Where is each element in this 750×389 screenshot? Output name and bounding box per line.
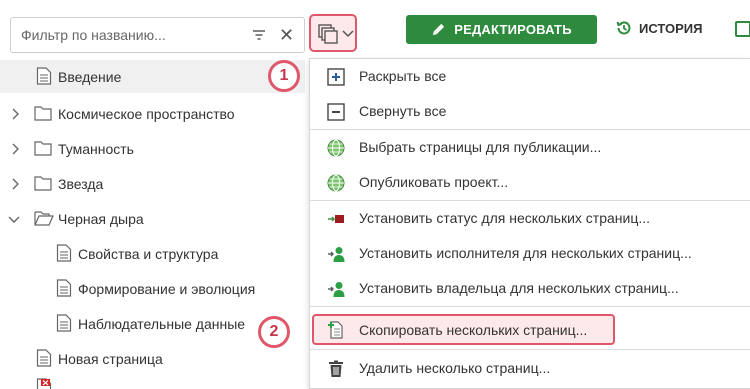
assignee-icon [328, 247, 345, 262]
tree-item-label: Формирование и эволюция [78, 280, 256, 297]
chevron-right-icon[interactable] [9, 108, 21, 120]
filter-icon[interactable] [251, 27, 267, 43]
menu-item-label: Удалить несколько страниц... [359, 360, 551, 376]
page-icon [56, 279, 72, 297]
folder-icon [34, 106, 52, 121]
globe-icon [327, 174, 345, 192]
tree-item-intro[interactable]: Введение [0, 60, 305, 93]
menu-item-label: Установить владельца для нескольких стра… [359, 280, 679, 296]
chevron-down-icon[interactable] [8, 213, 20, 225]
chevron-right-icon[interactable] [9, 143, 21, 155]
chevron-down-icon [342, 30, 354, 38]
filter-box: ✕ [10, 17, 305, 53]
collapse-all-icon [327, 103, 345, 121]
menu-item-label: Установить статус для нескольких страниц… [359, 210, 651, 226]
expand-all-icon [327, 68, 345, 86]
page-icon [36, 349, 52, 367]
page-icon [36, 67, 52, 85]
bulk-actions-button[interactable] [309, 14, 357, 52]
menu-item-label: Выбрать страницы для публикации... [359, 139, 602, 155]
menu-divider [310, 306, 750, 307]
history-link[interactable]: ИСТОРИЯ [615, 19, 703, 37]
menu-item-delete-pages[interactable]: Удалить несколько страниц... [310, 351, 750, 386]
menu-item-set-owner[interactable]: Установить владельца для нескольких стра… [310, 271, 750, 306]
menu-item-collapse-all[interactable]: Свернуть все [310, 94, 750, 129]
history-icon [616, 21, 631, 35]
menu-item-set-status[interactable]: Установить статус для нескольких страниц… [310, 201, 750, 236]
status-flag-icon [328, 215, 344, 223]
tree-item-star[interactable]: Звезда [0, 167, 305, 200]
trash-icon [329, 360, 343, 377]
menu-item-label: Свернуть все [359, 103, 447, 119]
menu-item-set-assignee[interactable]: Установить исполнителя для нескольких ст… [310, 236, 750, 271]
step-badge-2: 2 [258, 316, 290, 348]
tree-item-label: Новая страница [58, 350, 163, 367]
step-badge-1: 1 [268, 60, 300, 92]
filter-input[interactable] [21, 27, 231, 43]
folder-open-icon [34, 211, 54, 226]
menu-item-select-publish[interactable]: Выбрать страницы для публикации... [310, 130, 750, 165]
globe-icon [327, 139, 345, 157]
menu-divider [310, 349, 750, 350]
tree-item-space[interactable]: Космическое пространство [0, 97, 305, 130]
tree-item-properties[interactable]: Свойства и структура [0, 237, 305, 270]
owner-icon [328, 282, 345, 297]
tree-item-formation[interactable]: Формирование и эволюция [0, 272, 305, 305]
tree-item-label: Космическое пространство [58, 105, 235, 122]
tree-item-label: Введение [58, 68, 122, 85]
chevron-right-icon[interactable] [9, 178, 21, 190]
menu-item-label: Скопировать нескольких страниц... [359, 322, 588, 338]
tree-item-black-hole[interactable]: Черная дыра [0, 202, 305, 235]
menu-item-label: Установить исполнителя для нескольких ст… [359, 245, 692, 261]
page-icon [56, 314, 72, 332]
tree-item-label: Звезда [58, 175, 104, 192]
edit-button-label: РЕДАКТИРОВАТЬ [454, 22, 572, 37]
pencil-icon [433, 23, 445, 36]
menu-item-label: Опубликовать проект... [359, 174, 509, 190]
folder-icon [34, 176, 52, 191]
folder-icon [34, 141, 52, 156]
tree-item-label: Туманность [58, 140, 134, 157]
bulk-actions-menu: Раскрыть все Свернуть все Выбрать страни… [309, 58, 750, 389]
tree-item-new-page[interactable]: Новая страница [0, 342, 305, 375]
page-error-icon [36, 378, 52, 389]
tree-item-label: Свойства и структура [78, 245, 219, 262]
history-label: ИСТОРИЯ [639, 20, 703, 36]
menu-item-label: Раскрыть все [359, 68, 447, 84]
pages-stack-icon [318, 24, 338, 44]
tree-item-label: Черная дыра [58, 210, 144, 227]
edit-button[interactable]: РЕДАКТИРОВАТЬ [406, 15, 597, 44]
tree-item-label: Наблюдательные данные [78, 315, 246, 332]
page-icon [56, 244, 72, 262]
copy-pages-icon [328, 321, 343, 339]
tree-item-nebula[interactable]: Туманность [0, 132, 305, 165]
clear-filter-icon[interactable]: ✕ [279, 25, 294, 45]
menu-item-expand-all[interactable]: Раскрыть все [310, 59, 750, 94]
approve-icon[interactable] [735, 21, 750, 37]
menu-item-publish-project[interactable]: Опубликовать проект... [310, 165, 750, 200]
menu-item-copy-pages[interactable]: Скопировать нескольких страниц... [312, 314, 615, 345]
